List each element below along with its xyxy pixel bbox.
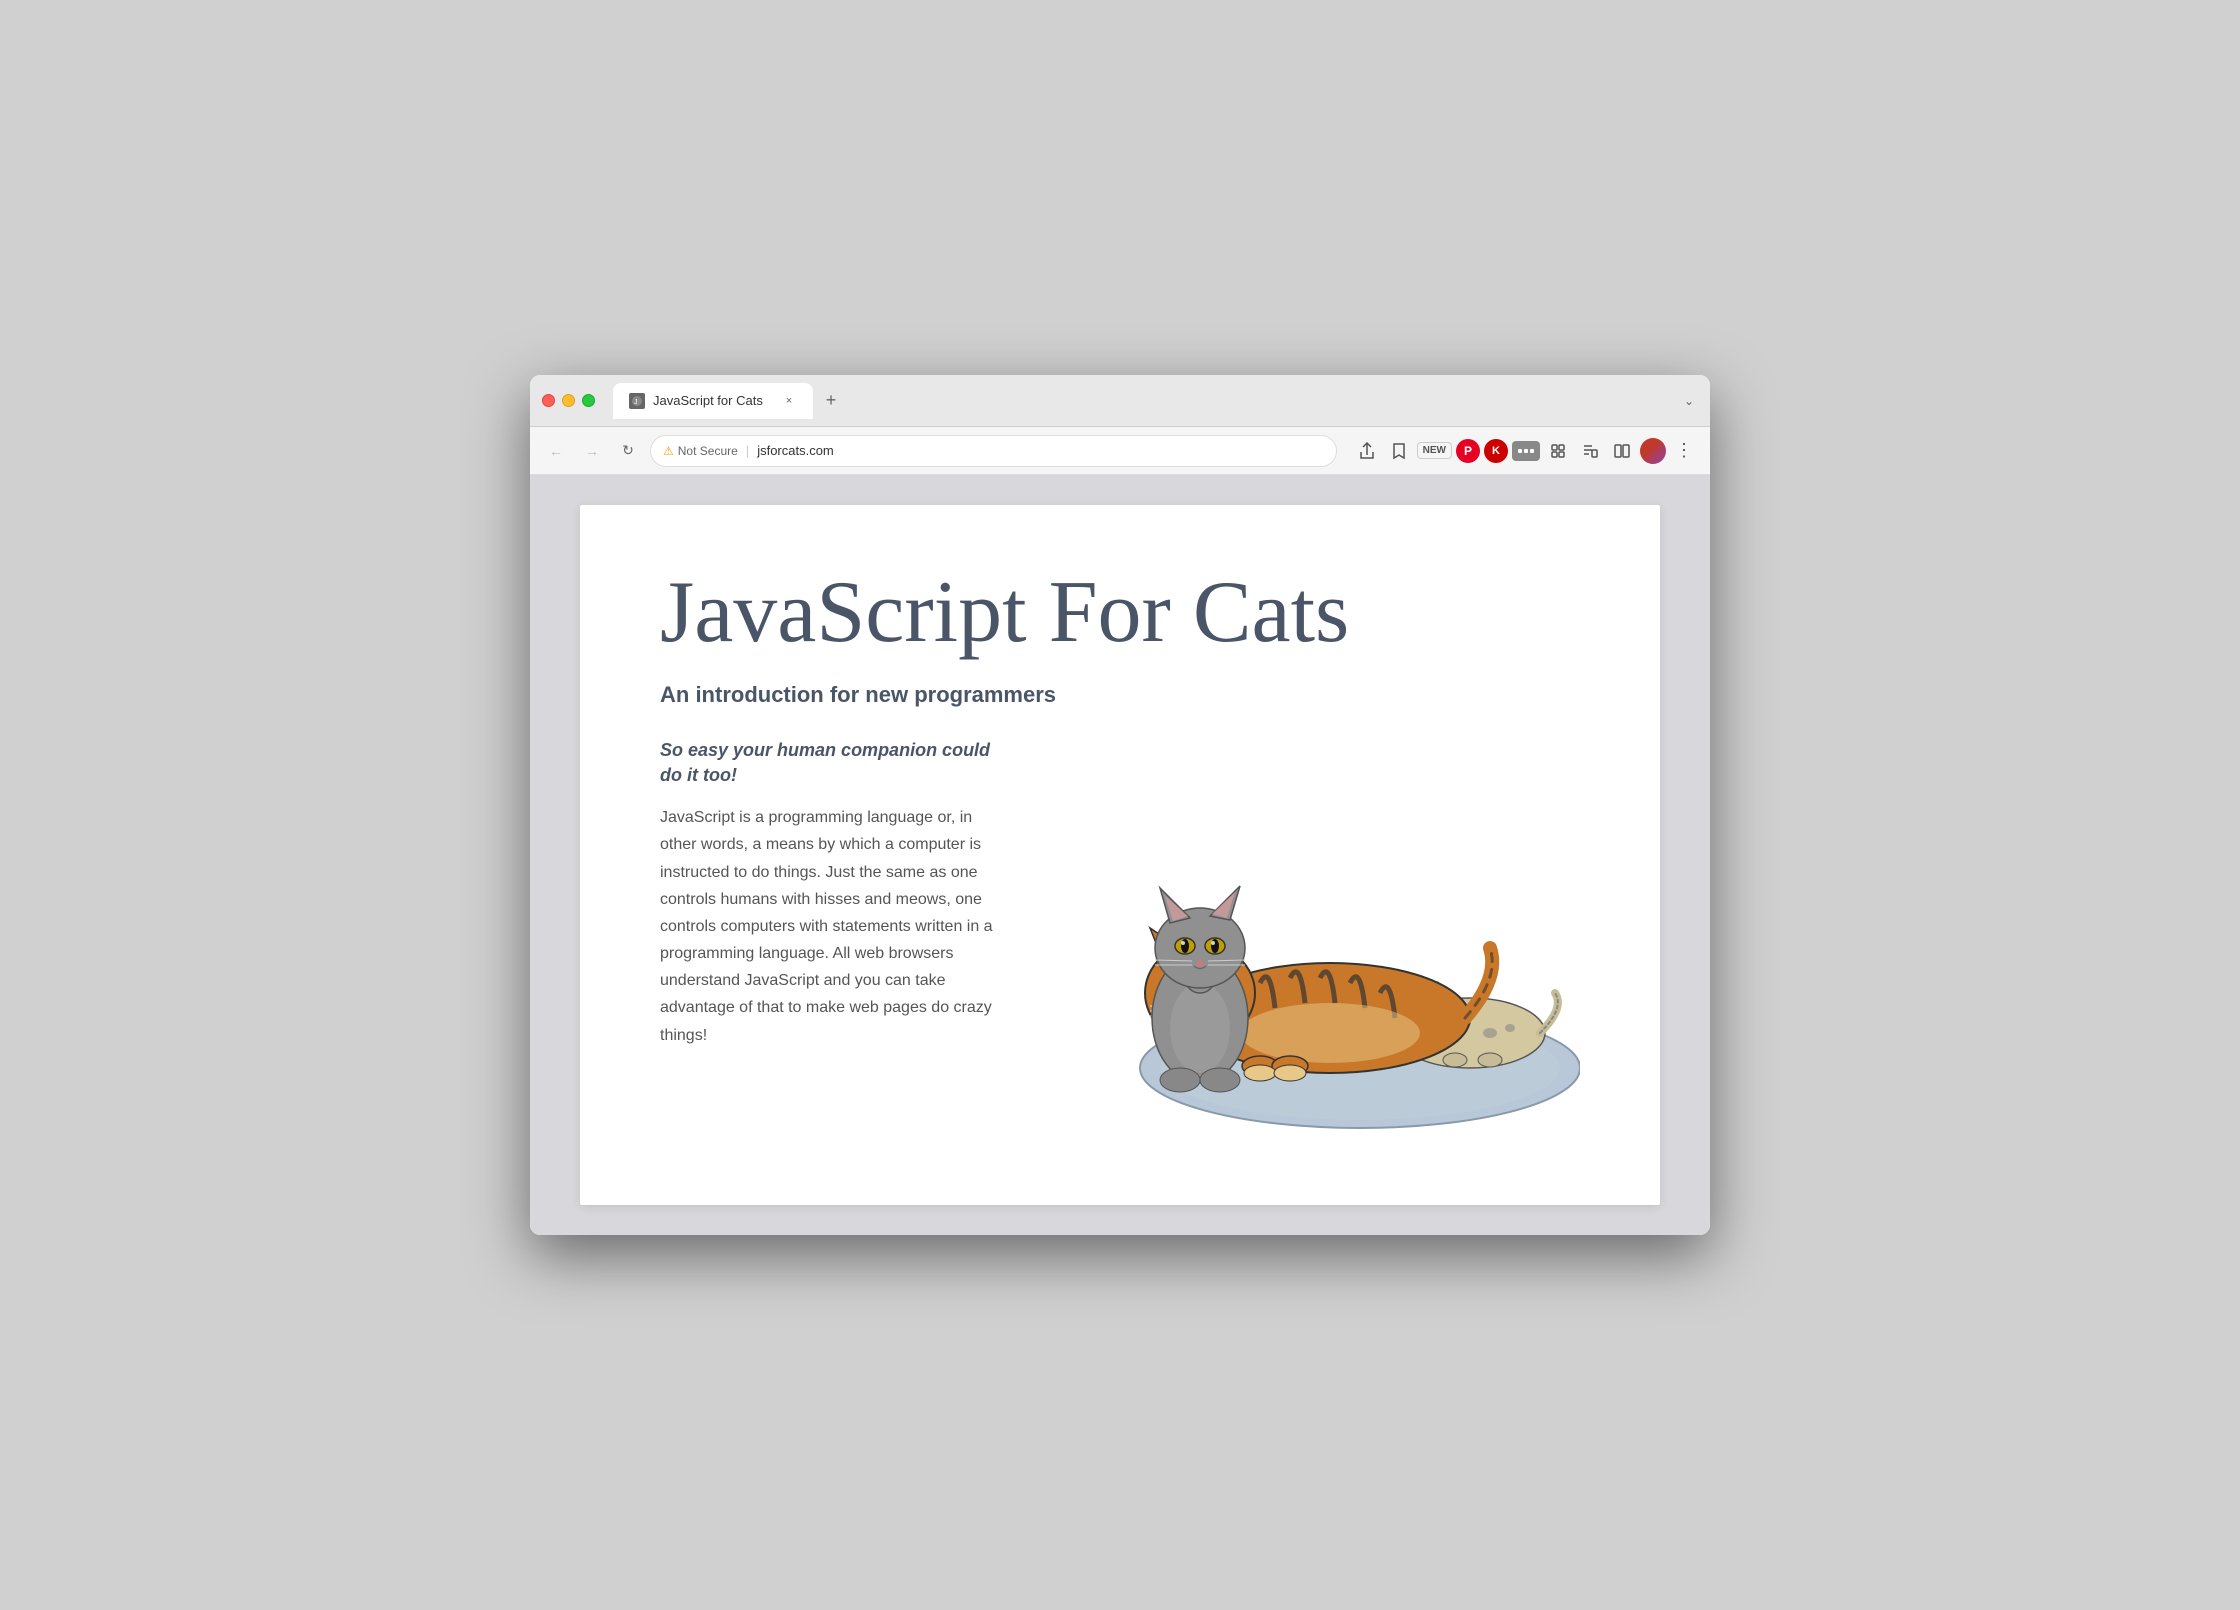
address-bar[interactable]: ⚠ Not Secure | jsforcats.com [650, 435, 1337, 467]
extensions-button[interactable] [1544, 437, 1572, 465]
warning-icon: ⚠ [663, 444, 674, 458]
traffic-lights [542, 394, 595, 407]
security-indicator: ⚠ Not Secure [663, 444, 738, 458]
tab-list-button[interactable]: ⌄ [1680, 390, 1698, 412]
karma-extension[interactable]: K [1484, 439, 1508, 463]
tab-favicon: J [629, 393, 645, 409]
svg-text:J: J [634, 399, 638, 406]
split-view-button[interactable] [1608, 437, 1636, 465]
url-divider: | [746, 443, 749, 458]
page-body: So easy your human companion could do it… [660, 738, 1580, 1138]
tab-close-button[interactable]: × [781, 393, 797, 409]
page-text-column: So easy your human companion could do it… [660, 738, 1000, 1049]
user-avatar[interactable] [1640, 438, 1666, 464]
page-main-title: JavaScript For Cats [660, 565, 1580, 662]
reading-list-button[interactable] [1576, 437, 1604, 465]
share-button[interactable] [1353, 437, 1381, 465]
nav-bar: ← → ↻ ⚠ Not Secure | jsforcats.com [530, 427, 1710, 475]
maximize-button[interactable] [582, 394, 595, 407]
browser-window: J JavaScript for Cats × + ⌄ ← → ↻ ⚠ Not … [530, 375, 1710, 1235]
new-tab-button[interactable]: + [817, 387, 845, 415]
active-tab[interactable]: J JavaScript for Cats × [613, 383, 813, 419]
page-subtitle: An introduction for new programmers [660, 682, 1580, 708]
cats-svg [1030, 738, 1580, 1138]
new-badge[interactable]: NEW [1417, 442, 1452, 459]
title-bar: J JavaScript for Cats × + ⌄ [530, 375, 1710, 427]
tab-title: JavaScript for Cats [653, 393, 773, 408]
reload-button[interactable]: ↻ [614, 437, 642, 465]
close-button[interactable] [542, 394, 555, 407]
bookmark-button[interactable] [1385, 437, 1413, 465]
page-content: JavaScript For Cats An introduction for … [530, 475, 1710, 1235]
back-button[interactable]: ← [542, 437, 570, 465]
page-tagline: So easy your human companion could do it… [660, 738, 1000, 788]
url-display: jsforcats.com [757, 443, 834, 458]
web-page: JavaScript For Cats An introduction for … [580, 505, 1660, 1205]
page-paragraph: JavaScript is a programming language or,… [660, 804, 1000, 1049]
minimize-button[interactable] [562, 394, 575, 407]
security-text: Not Secure [678, 444, 738, 458]
cats-illustration [1030, 738, 1580, 1138]
toolbar-icons: NEW P K [1353, 437, 1698, 465]
tab-bar: J JavaScript for Cats × + [613, 383, 1672, 419]
pinterest-extension[interactable]: P [1456, 439, 1480, 463]
extensions-overflow[interactable] [1512, 441, 1540, 461]
browser-menu-button[interactable]: ⋮ [1670, 437, 1698, 465]
forward-button[interactable]: → [578, 437, 606, 465]
